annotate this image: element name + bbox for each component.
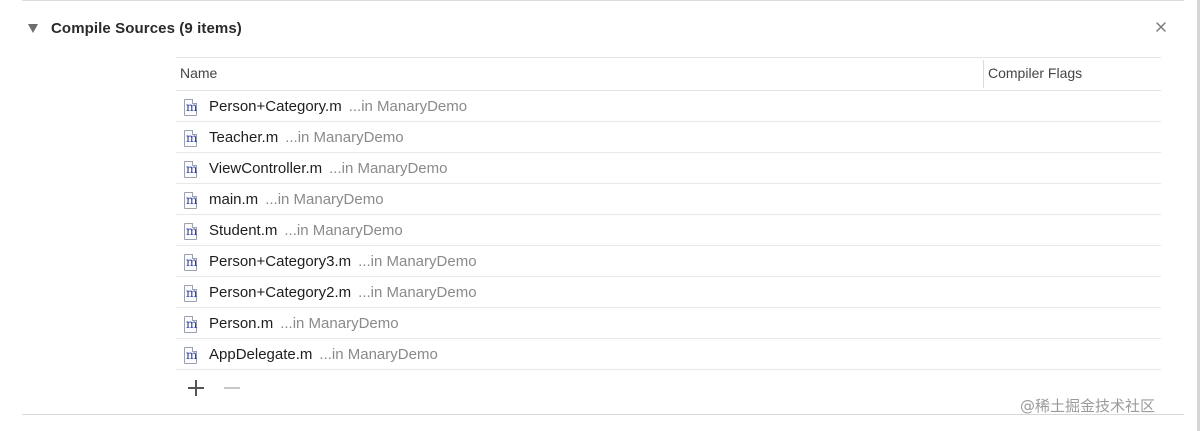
column-divider[interactable] [983, 60, 984, 88]
bottom-divider [22, 414, 1184, 415]
objc-file-icon: m [184, 253, 198, 271]
table-row[interactable]: m AppDelegate.m ...in ManaryDemo [176, 339, 1161, 370]
file-name: main.m [209, 190, 259, 208]
table-body: m Person+Category.m ...in ManaryDemo m Teach… [176, 91, 1161, 370]
objc-file-icon: m [184, 315, 198, 333]
column-header-compiler-flags[interactable]: Compiler Flags [988, 65, 1082, 81]
file-location: ...in ManaryDemo [265, 190, 384, 208]
minus-icon[interactable] [222, 378, 242, 398]
objc-file-icon: m [184, 191, 198, 209]
file-location: ...in ManaryDemo [358, 252, 477, 270]
file-location: ...in ManaryDemo [319, 345, 438, 363]
file-location: ...in ManaryDemo [329, 159, 448, 177]
file-location: ...in ManaryDemo [280, 314, 399, 332]
objc-file-icon: m [184, 346, 198, 364]
watermark: @稀土掘金技术社区 [1020, 397, 1156, 415]
plus-icon[interactable] [186, 378, 206, 398]
objc-file-icon: m [184, 129, 198, 147]
file-name: ViewController.m [209, 159, 323, 177]
objc-file-icon: m [184, 222, 198, 240]
file-location: ...in ManaryDemo [358, 283, 477, 301]
file-location: ...in ManaryDemo [285, 128, 404, 146]
phase-header: Compile Sources (9 items) [28, 16, 242, 40]
phase-title: Compile Sources (9 items) [51, 19, 242, 37]
table-row[interactable]: m Person.m ...in ManaryDemo [176, 308, 1161, 339]
table-header: Name Compiler Flags [176, 57, 1161, 91]
file-name: Person+Category3.m [209, 252, 352, 270]
table-row[interactable]: m Student.m ...in ManaryDemo [176, 215, 1161, 246]
file-location: ...in ManaryDemo [348, 97, 468, 115]
compile-sources-table: Name Compiler Flags m Person+Category.m..… [176, 57, 1161, 370]
top-divider [22, 0, 1184, 1]
table-row[interactable]: m ViewController.m ...in ManaryDemo [176, 153, 1161, 184]
table-row[interactable]: m Person+Category3.m ...in ManaryDemo [176, 246, 1161, 277]
table-row[interactable]: m Person+Category2.m ...in ManaryDemo [176, 277, 1161, 308]
objc-file-icon: m [184, 160, 198, 178]
disclosure-triangle-icon[interactable] [28, 24, 38, 33]
close-icon[interactable] [1152, 18, 1170, 36]
file-name: AppDelegate.m [209, 345, 313, 363]
phase-controls [186, 378, 258, 398]
file-name: Student.m [209, 221, 278, 239]
objc-file-icon: m [184, 98, 198, 116]
file-name: Person+Category.m [209, 97, 342, 115]
objc-file-icon: m [184, 284, 198, 302]
file-name: Person.m [209, 314, 274, 332]
file-name: Teacher.m [209, 128, 279, 146]
table-row[interactable]: m Teacher.m ...in ManaryDemo [176, 122, 1161, 153]
table-row[interactable]: m main.m ...in ManaryDemo [176, 184, 1161, 215]
column-header-name[interactable]: Name [180, 65, 217, 81]
file-name: Person+Category2.m [209, 283, 352, 301]
file-location: ...in ManaryDemo [284, 221, 403, 239]
table-row[interactable]: m Person+Category.m ...in ManaryDemo [176, 91, 1161, 122]
